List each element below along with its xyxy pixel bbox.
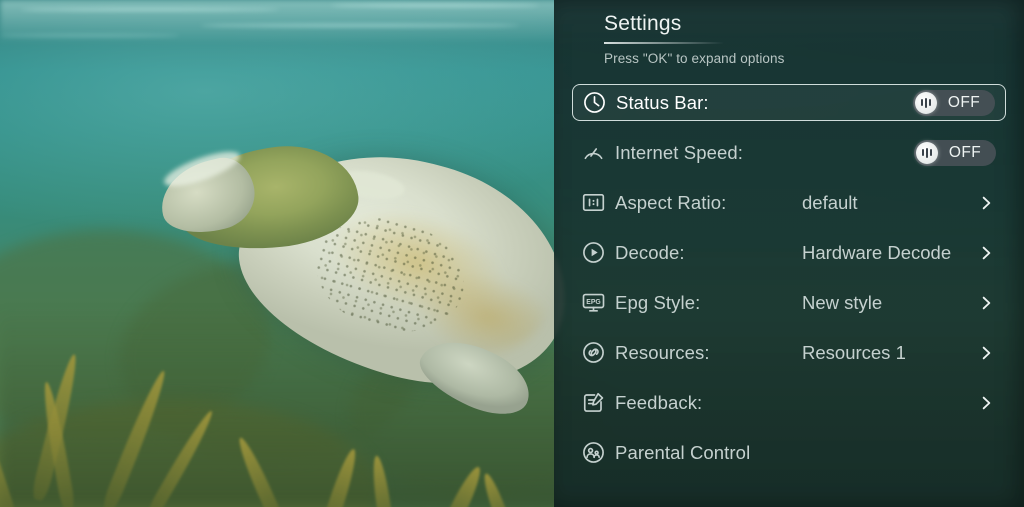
settings-row-value: Hardware Decode	[802, 241, 952, 263]
settings-panel: Settings Press "OK" to expand options St…	[554, 0, 1024, 507]
panel-subtitle: Press "OK" to expand options	[604, 51, 785, 66]
toggle-switch-internet-speed[interactable]: OFF	[914, 139, 996, 166]
toggle-state-label: OFF	[947, 93, 981, 111]
settings-row-feedback[interactable]: Feedback:	[572, 384, 1006, 421]
manatee	[150, 110, 594, 440]
settings-row-epg-style[interactable]: EPG Epg Style: New style	[572, 284, 1006, 321]
svg-text:EPG: EPG	[586, 299, 601, 306]
settings-row-label: Status Bar:	[616, 91, 709, 113]
settings-row-value: default	[802, 191, 858, 213]
settings-row-label: Decode:	[615, 241, 685, 263]
chevron-right-icon[interactable]	[978, 195, 994, 211]
settings-row-label: Feedback:	[615, 391, 703, 413]
chevron-right-icon[interactable]	[978, 245, 994, 261]
settings-row-label: Epg Style:	[615, 291, 701, 313]
toggle-state-label: OFF	[948, 143, 982, 161]
settings-row-aspect-ratio[interactable]: Aspect Ratio: default	[572, 184, 1006, 221]
settings-row-label: Aspect Ratio:	[615, 191, 727, 213]
toggle-knob-icon	[915, 91, 937, 114]
settings-row-resources[interactable]: Resources: Resources 1	[572, 334, 1006, 371]
settings-list: Status Bar: OFF Internet Speed: OFF Aspect R…	[554, 84, 1024, 484]
settings-row-label: Resources:	[615, 341, 710, 363]
chevron-right-icon[interactable]	[978, 295, 994, 311]
page-title: Settings	[604, 12, 682, 35]
tv-player-screen: Settings Press "OK" to expand options St…	[0, 0, 1024, 507]
parental-person-icon	[580, 440, 606, 466]
settings-row-parental-control[interactable]: Parental Control	[572, 434, 1006, 471]
title-underline	[604, 42, 724, 44]
toggle-switch-status-bar[interactable]: OFF	[913, 89, 995, 116]
epg-monitor-icon: EPG	[580, 290, 606, 316]
chevron-right-icon[interactable]	[978, 345, 994, 361]
speedometer-icon	[580, 140, 606, 166]
settings-row-label: Internet Speed:	[615, 141, 744, 163]
aspect-ratio-icon	[580, 190, 606, 216]
toggle-knob-icon	[916, 141, 938, 164]
settings-row-value: Resources 1	[802, 341, 906, 363]
settings-row-label: Parental Control	[615, 441, 751, 463]
settings-row-status-bar[interactable]: Status Bar: OFF	[572, 84, 1006, 121]
settings-row-value: New style	[802, 291, 883, 313]
chevron-right-icon[interactable]	[978, 395, 994, 411]
feedback-note-icon	[580, 390, 606, 416]
link-circle-icon	[580, 340, 606, 366]
settings-row-internet-speed[interactable]: Internet Speed: OFF	[572, 134, 1006, 171]
clock-icon	[581, 90, 607, 116]
settings-row-decode[interactable]: Decode: Hardware Decode	[572, 234, 1006, 271]
play-circle-icon	[580, 240, 606, 266]
